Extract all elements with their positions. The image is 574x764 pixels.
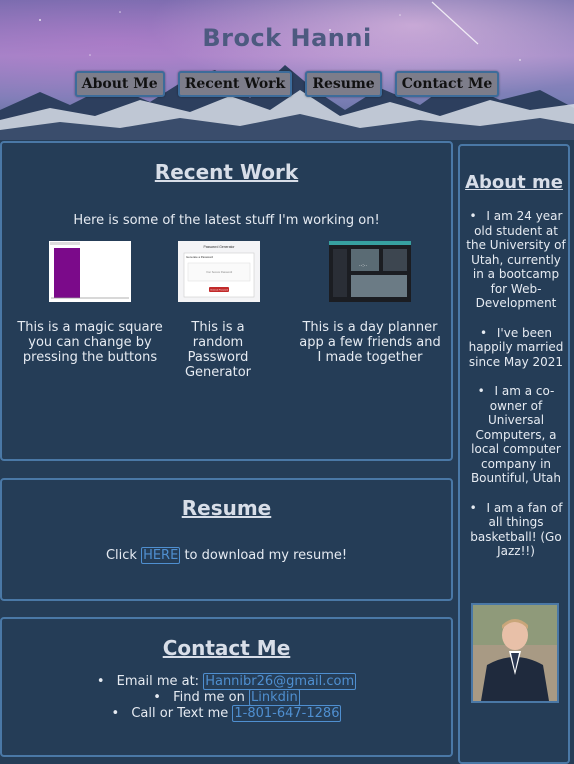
list-item: I've been happily married since May 2021 xyxy=(464,326,568,370)
recent-work-heading: Recent Work xyxy=(154,160,299,184)
contact-phone-label: Call or Text me xyxy=(131,706,229,721)
about-me-section: About me I am 24 year old student at the… xyxy=(458,144,570,764)
recent-work-section: Recent Work Here is some of the latest s… xyxy=(0,141,453,461)
contact-list: Email me at: Hannibr26@gmail.com Find me… xyxy=(2,673,451,722)
resume-heading: Resume xyxy=(181,496,272,520)
nav-about-me[interactable]: About Me xyxy=(74,71,165,97)
email-link[interactable]: Hannibr26@gmail.com xyxy=(203,673,357,690)
thumb-field: Your Secure Password xyxy=(206,270,233,274)
project-card: This is a magic square you can change by… xyxy=(17,241,163,365)
profile-photo-image xyxy=(473,605,557,701)
project-caption: This is a day planner app a few friends … xyxy=(299,320,441,365)
contact-email-label: Email me at: xyxy=(116,674,200,689)
svg-text:··:··: ··:·· xyxy=(359,263,367,269)
site-title: Brock Hanni xyxy=(202,24,372,52)
about-heading: About me xyxy=(465,172,563,193)
profile-photo xyxy=(471,603,559,703)
header-banner: Brock Hanni About Me Recent Work Resume … xyxy=(0,0,574,140)
resume-prefix: Click xyxy=(105,548,137,563)
list-item: Email me at: Hannibr26@gmail.com xyxy=(2,673,451,690)
password-generator-thumbnail[interactable]: Password Generator Generate a Password Y… xyxy=(178,241,260,302)
nav-resume[interactable]: Resume xyxy=(305,71,382,97)
thumb-title: Password Generator xyxy=(203,245,235,249)
list-item: Call or Text me 1-801-647-1286 xyxy=(2,705,451,722)
contact-heading: Contact Me xyxy=(162,636,291,660)
nav-contact-me[interactable]: Contact Me xyxy=(394,71,500,97)
thumb-subtitle: Generate a Password xyxy=(186,255,213,259)
about-list: I am 24 year old student at the Universi… xyxy=(464,209,568,574)
contact-linkedin-label: Find me on xyxy=(173,690,245,705)
thumb-button: Generate Password xyxy=(210,288,228,291)
list-item: I am 24 year old student at the Universi… xyxy=(464,209,568,311)
day-planner-thumbnail[interactable]: ··:·· xyxy=(329,241,411,302)
project-card: ··:·· This is a day planner app a few fr… xyxy=(296,241,444,365)
phone-link[interactable]: 1-801-647-1286 xyxy=(232,705,342,722)
nav-recent-work[interactable]: Recent Work xyxy=(177,71,293,97)
main-nav: About Me Recent Work Resume Contact Me xyxy=(0,71,574,97)
project-caption: This is a random Password Generator xyxy=(184,320,251,380)
list-item: I am a co-owner of Universal Computers, … xyxy=(464,384,568,486)
resume-text: Click HERE to download my resume! xyxy=(2,547,451,564)
recent-work-intro: Here is some of the latest stuff I'm wor… xyxy=(73,213,380,228)
magic-square-thumbnail[interactable] xyxy=(49,241,131,302)
list-item: I am a fan of all things basketball! (Go… xyxy=(464,501,568,559)
resume-section: Resume Click HERE to download my resume! xyxy=(0,478,453,601)
list-item: Find me on Linkdin xyxy=(2,689,451,706)
project-card: Password Generator Generate a Password Y… xyxy=(178,241,260,380)
resume-download-link[interactable]: HERE xyxy=(141,547,181,564)
linkedin-link[interactable]: Linkdin xyxy=(248,689,300,706)
project-caption: This is a magic square you can change by… xyxy=(17,320,163,365)
resume-suffix: to download my resume! xyxy=(184,548,348,563)
contact-section: Contact Me Email me at: Hannibr26@gmail.… xyxy=(0,617,453,757)
